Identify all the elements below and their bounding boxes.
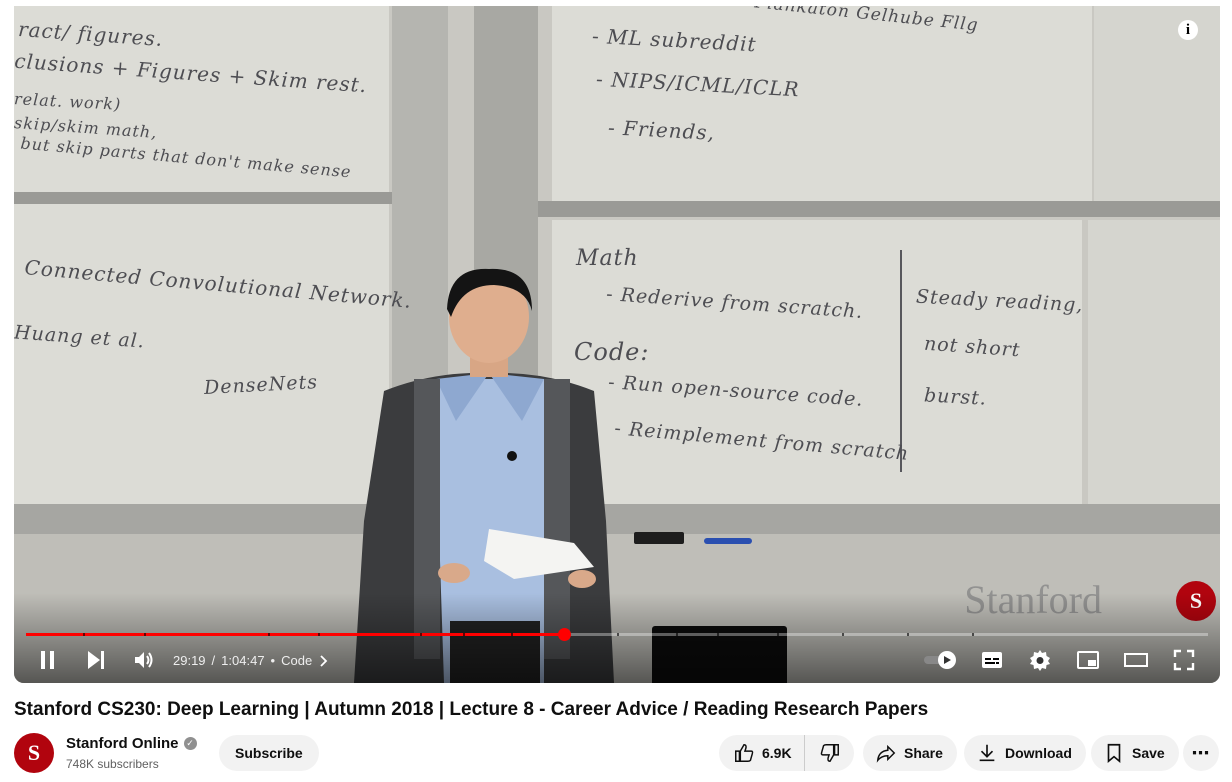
progress-bar[interactable]	[26, 628, 1208, 641]
chapter-marker	[144, 633, 146, 636]
verified-check-icon: ✓	[183, 737, 197, 750]
download-button[interactable]: Download	[964, 735, 1086, 771]
pause-button[interactable]	[36, 648, 60, 672]
chapter-marker	[420, 633, 422, 636]
duration: 1:04:47	[221, 653, 265, 668]
download-label: Download	[1005, 745, 1072, 761]
video-player[interactable]: ract/ figures. clusions + Figures + Skim…	[14, 6, 1220, 683]
chevron-right-icon	[320, 654, 328, 667]
chapter-title: Code	[281, 653, 313, 668]
chapter-marker	[83, 633, 85, 636]
chapter-marker	[972, 633, 974, 636]
eraser	[634, 532, 684, 544]
autoplay-toggle-icon	[924, 651, 956, 669]
channel-avatar[interactable]: S	[14, 733, 54, 773]
chapter-marker	[268, 633, 270, 636]
marker	[704, 538, 752, 544]
settings-icon	[1030, 650, 1050, 671]
pause-icon	[41, 651, 54, 669]
save-label: Save	[1132, 745, 1165, 761]
chapter-marker	[318, 633, 320, 636]
dislike-button[interactable]	[805, 735, 855, 771]
volume-icon	[135, 652, 153, 668]
video-title: Stanford CS230: Deep Learning | Autumn 2…	[14, 699, 929, 720]
channel-name-link[interactable]: Stanford Online ✓	[66, 735, 197, 752]
save-button[interactable]: Save	[1091, 735, 1179, 771]
miniplayer-icon	[1077, 651, 1099, 669]
video-frame: ract/ figures. clusions + Figures + Skim…	[14, 6, 1220, 683]
autoplay-toggle[interactable]	[923, 648, 959, 672]
subscribe-button[interactable]: Subscribe	[219, 735, 319, 771]
time-separator: /	[211, 653, 216, 668]
thumbs-down-icon	[820, 744, 839, 762]
chapter-bullet: •	[270, 653, 276, 668]
time-display: 29:19 / 1:04:47 • Code	[173, 653, 328, 668]
chapter-button[interactable]: • Code	[271, 653, 329, 668]
fullscreen-icon	[1173, 649, 1195, 671]
channel-name: Stanford Online	[66, 735, 179, 752]
info-icon[interactable]: i	[1178, 20, 1198, 40]
theater-mode-button[interactable]	[1124, 648, 1148, 672]
bookmark-icon	[1107, 743, 1121, 764]
chapter-marker	[907, 633, 909, 636]
more-icon: ⋯	[1191, 742, 1211, 763]
current-time: 29:19	[173, 653, 206, 668]
more-actions-button[interactable]: ⋯	[1183, 735, 1219, 771]
avatar-letter: S	[27, 740, 41, 765]
subscriber-count: 748K subscribers	[66, 757, 159, 771]
share-icon	[876, 744, 896, 763]
chapter-marker	[617, 633, 619, 636]
next-icon	[88, 651, 104, 669]
like-button[interactable]: 6.9K	[719, 735, 805, 771]
settings-button[interactable]	[1028, 648, 1052, 672]
download-icon	[979, 744, 995, 762]
thumbs-up-icon	[735, 744, 754, 762]
chapter-marker	[463, 633, 465, 636]
chapter-marker	[717, 633, 719, 636]
subtitles-icon	[982, 652, 1002, 668]
fullscreen-button[interactable]	[1172, 648, 1196, 672]
share-button[interactable]: Share	[863, 735, 957, 771]
miniplayer-button[interactable]	[1076, 648, 1100, 672]
mute-button[interactable]	[132, 648, 156, 672]
progress-scrubber[interactable]	[557, 628, 571, 641]
share-label: Share	[904, 745, 943, 761]
chapter-marker	[676, 633, 678, 636]
theater-icon	[1124, 653, 1148, 667]
chapter-marker	[511, 633, 513, 636]
like-count: 6.9K	[762, 745, 792, 761]
subtitles-button[interactable]	[980, 648, 1004, 672]
next-button[interactable]	[84, 648, 108, 672]
like-dislike-group: 6.9K	[719, 735, 854, 771]
chapter-marker	[842, 633, 844, 636]
progress-played	[26, 633, 564, 636]
chapter-marker	[777, 633, 779, 636]
